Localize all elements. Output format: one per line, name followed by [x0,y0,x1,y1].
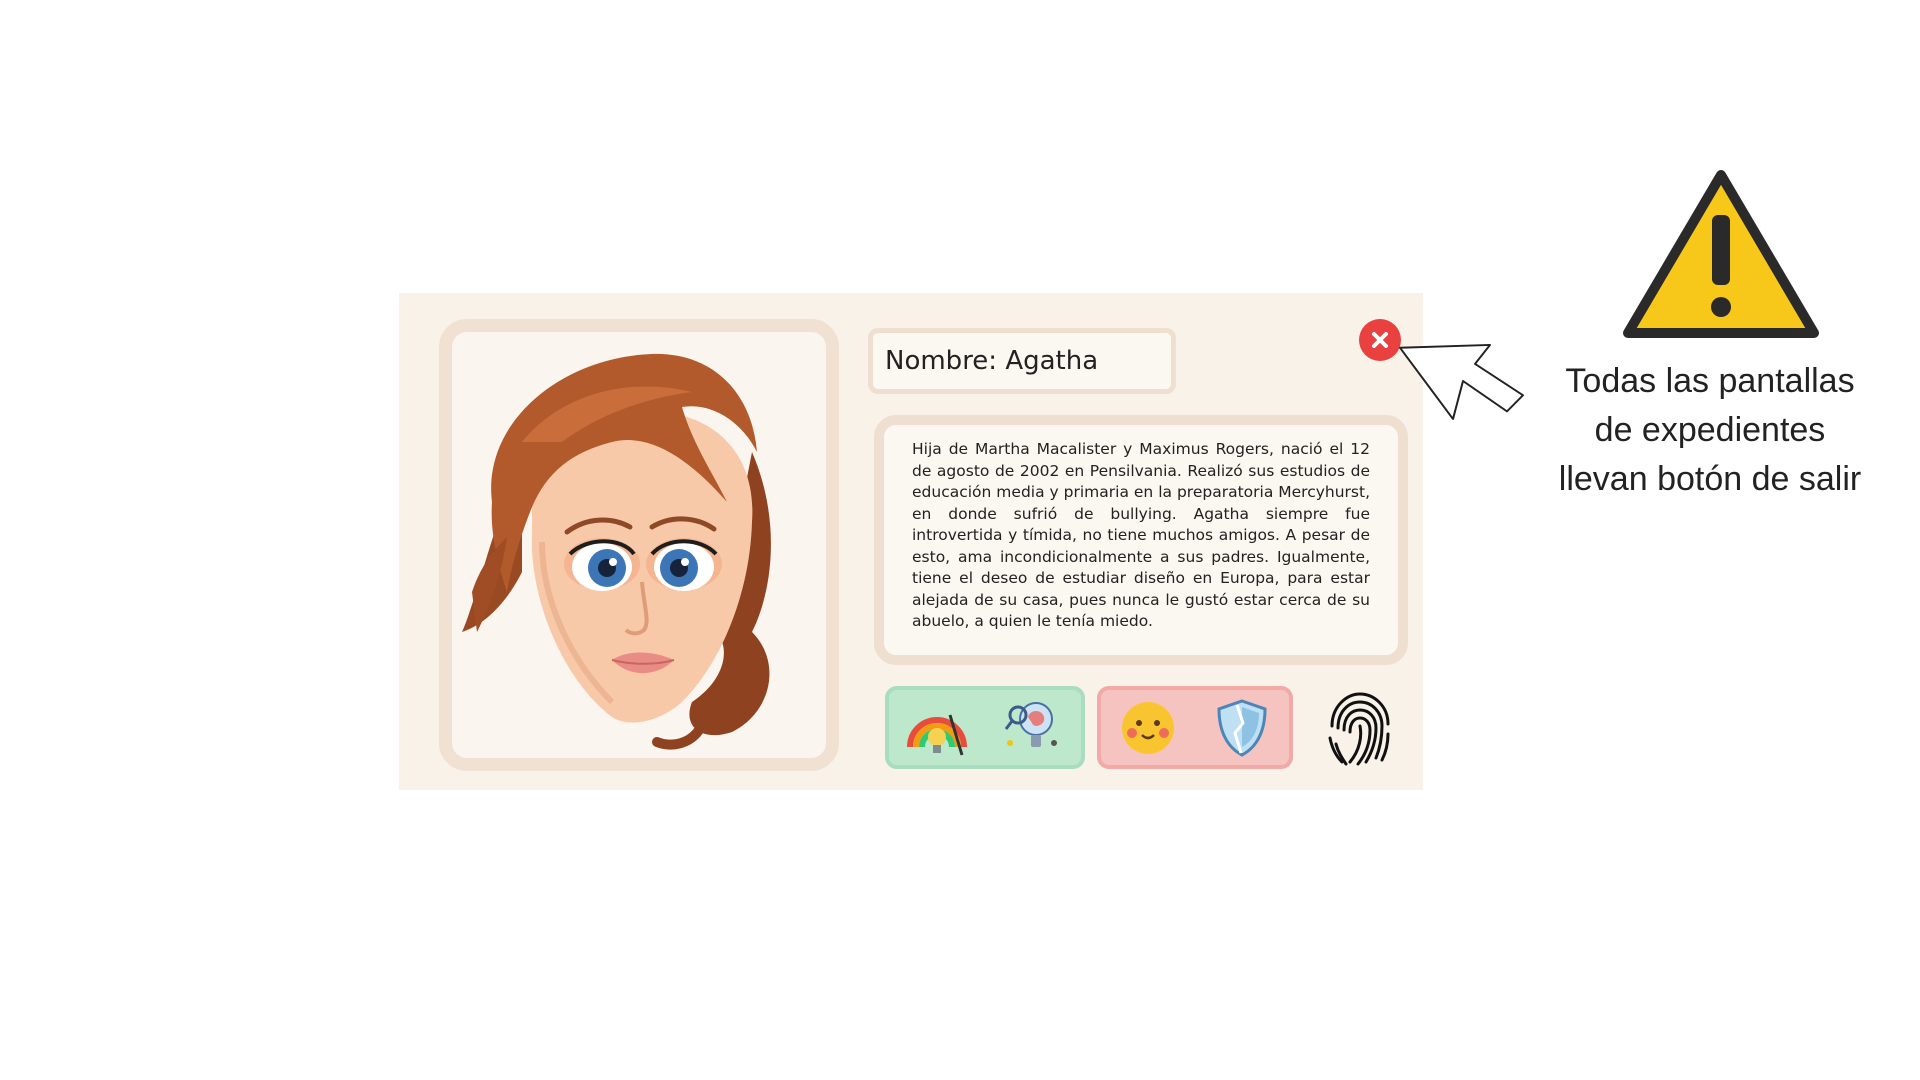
brain-idea-icon[interactable] [1000,695,1066,761]
creativity-icon[interactable] [904,695,970,761]
name-field: Nombre: Agatha [868,328,1176,394]
blush-face-icon[interactable] [1115,695,1181,761]
pointer-arrow-icon [1399,343,1524,420]
note-line-1: Todas las pantallas [1565,362,1855,400]
name-label: Nombre: Agatha [885,346,1099,376]
fingerprint-icon[interactable] [1322,686,1396,770]
note-line-3: llevan botón de salir [1558,460,1862,498]
character-file-card: Nombre: Agatha Hija de Martha Macalister… [399,293,1423,790]
character-portrait [462,353,771,750]
shield-icon[interactable] [1209,695,1275,761]
note-line-2: de expedientes [1594,411,1826,449]
biography-text: Hija de Martha Macalister y Maximus Roge… [912,440,1370,630]
close-icon [1372,332,1388,348]
biography-box: Hija de Martha Macalister y Maximus Roge… [874,415,1408,665]
traits-group-green[interactable] [885,686,1085,769]
warning-icon [1623,170,1819,338]
exit-button-note: Todas las pantallas de expedientes lleva… [1530,357,1890,504]
traits-group-red[interactable] [1097,686,1293,769]
portrait-frame [439,319,839,771]
